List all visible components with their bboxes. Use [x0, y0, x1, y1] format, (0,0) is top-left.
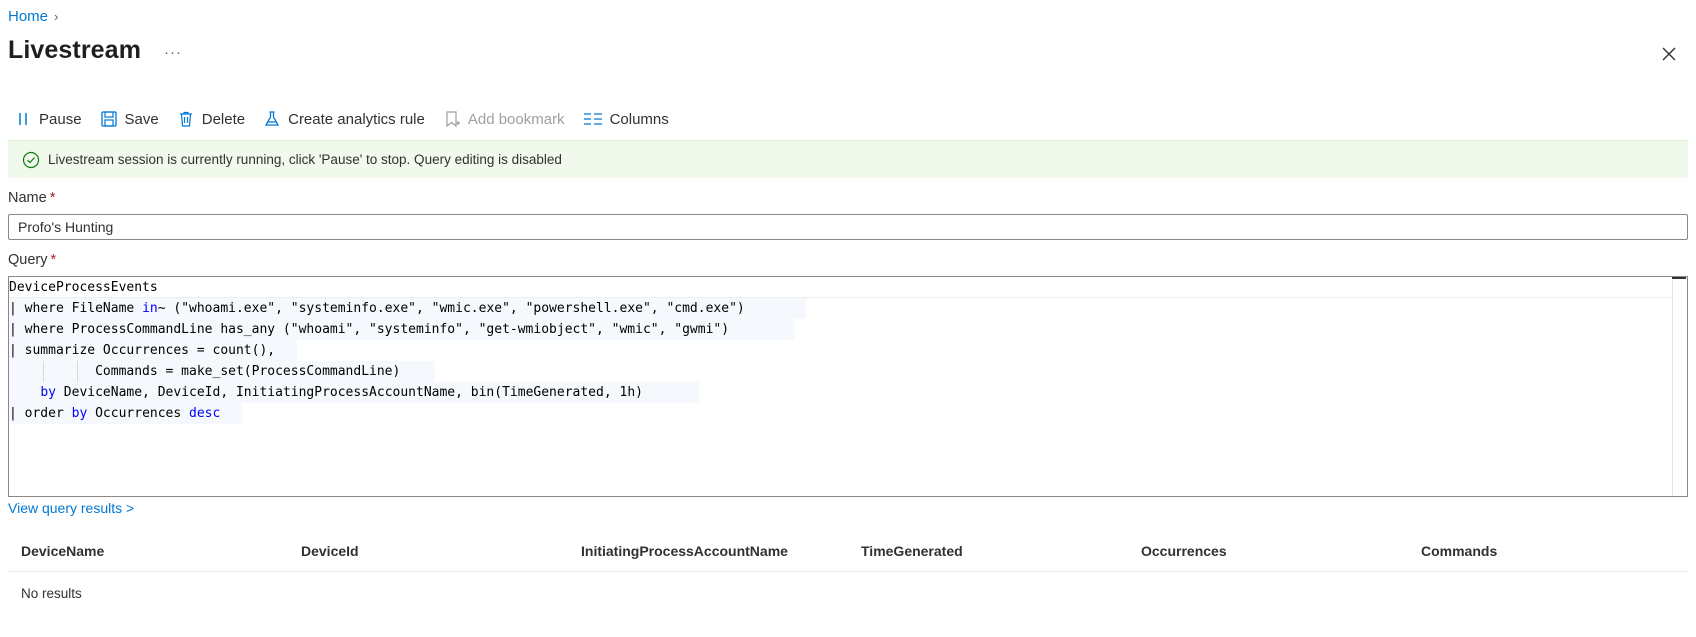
- delete-button[interactable]: Delete: [177, 110, 245, 128]
- query-label-text: Query: [8, 252, 48, 268]
- table-header: DeviceName DeviceId InitiatingProcessAcc…: [8, 530, 1688, 572]
- delete-label: Delete: [201, 110, 246, 128]
- create-analytics-rule-label: Create analytics rule: [288, 110, 425, 128]
- code-line: | where ProcessCommandLine has_any ("who…: [9, 319, 794, 340]
- code-line: by DeviceName, DeviceId, InitiatingProce…: [9, 382, 699, 403]
- column-header-timegenerated[interactable]: TimeGenerated: [848, 543, 1128, 559]
- more-options-button[interactable]: ···: [164, 44, 182, 61]
- save-icon: [100, 111, 117, 127]
- add-bookmark-label: Add bookmark: [467, 110, 565, 128]
- close-icon: [1662, 47, 1676, 61]
- save-label: Save: [124, 110, 159, 128]
- code-line: | summarize Occurrences = count(),: [9, 340, 297, 361]
- current-line-highlight: [9, 277, 1673, 298]
- save-button[interactable]: Save: [100, 110, 159, 128]
- status-banner-text: Livestream session is currently running,…: [48, 152, 562, 167]
- scroll-thumb[interactable]: [1672, 277, 1686, 279]
- code-line: | order by Occurrences desc: [9, 403, 242, 424]
- column-header-occurrences[interactable]: Occurrences: [1128, 543, 1408, 559]
- pause-button[interactable]: Pause: [14, 110, 82, 128]
- breadcrumb: Home ›: [8, 8, 58, 25]
- code-line: Commands = make_set(ProcessCommandLine): [9, 361, 435, 382]
- create-analytics-rule-button[interactable]: Create analytics rule: [263, 110, 425, 128]
- status-banner: Livestream session is currently running,…: [8, 140, 1688, 178]
- column-header-deviceid[interactable]: DeviceId: [288, 543, 568, 559]
- name-label: Name *: [8, 190, 55, 206]
- columns-button[interactable]: Columns: [583, 110, 669, 128]
- bookmark-icon: [446, 111, 460, 128]
- flask-icon: [264, 111, 280, 126]
- column-header-initiatingprocessaccountname[interactable]: InitiatingProcessAccountName: [568, 543, 848, 559]
- pause-icon: [19, 113, 27, 125]
- check-circle-icon: [22, 151, 40, 168]
- columns-icon: [583, 113, 602, 125]
- code-line: DeviceProcessEvents: [9, 280, 158, 295]
- indent-guide: [43, 361, 44, 382]
- columns-label: Columns: [609, 110, 669, 128]
- page-title: Livestream: [8, 36, 142, 64]
- add-bookmark-button[interactable]: Add bookmark: [443, 110, 565, 128]
- pause-label: Pause: [39, 110, 82, 128]
- required-marker: *: [50, 252, 57, 268]
- name-label-text: Name: [8, 190, 47, 206]
- breadcrumb-chevron-icon: ›: [54, 9, 59, 24]
- editor-scrollbar[interactable]: [1672, 277, 1687, 496]
- close-button[interactable]: [1659, 44, 1679, 64]
- indent-guide: [77, 361, 78, 382]
- query-editor[interactable]: DeviceProcessEvents | where FileName in~…: [8, 276, 1688, 497]
- name-field[interactable]: [8, 214, 1688, 240]
- results-table: DeviceName DeviceId InitiatingProcessAcc…: [8, 530, 1688, 601]
- code-line: | where FileName in~ ("whoami.exe", "sys…: [9, 298, 806, 319]
- required-marker: *: [49, 190, 56, 206]
- query-label: Query *: [8, 252, 56, 268]
- column-header-commands[interactable]: Commands: [1408, 543, 1688, 559]
- breadcrumb-home-link[interactable]: Home: [8, 8, 48, 25]
- command-bar: Pause Save Delete Create analytics rule …: [14, 106, 687, 132]
- trash-icon: [179, 111, 192, 127]
- view-query-results-link[interactable]: View query results >: [8, 500, 134, 516]
- column-header-devicename[interactable]: DeviceName: [8, 543, 288, 559]
- no-results-message: No results: [21, 586, 82, 601]
